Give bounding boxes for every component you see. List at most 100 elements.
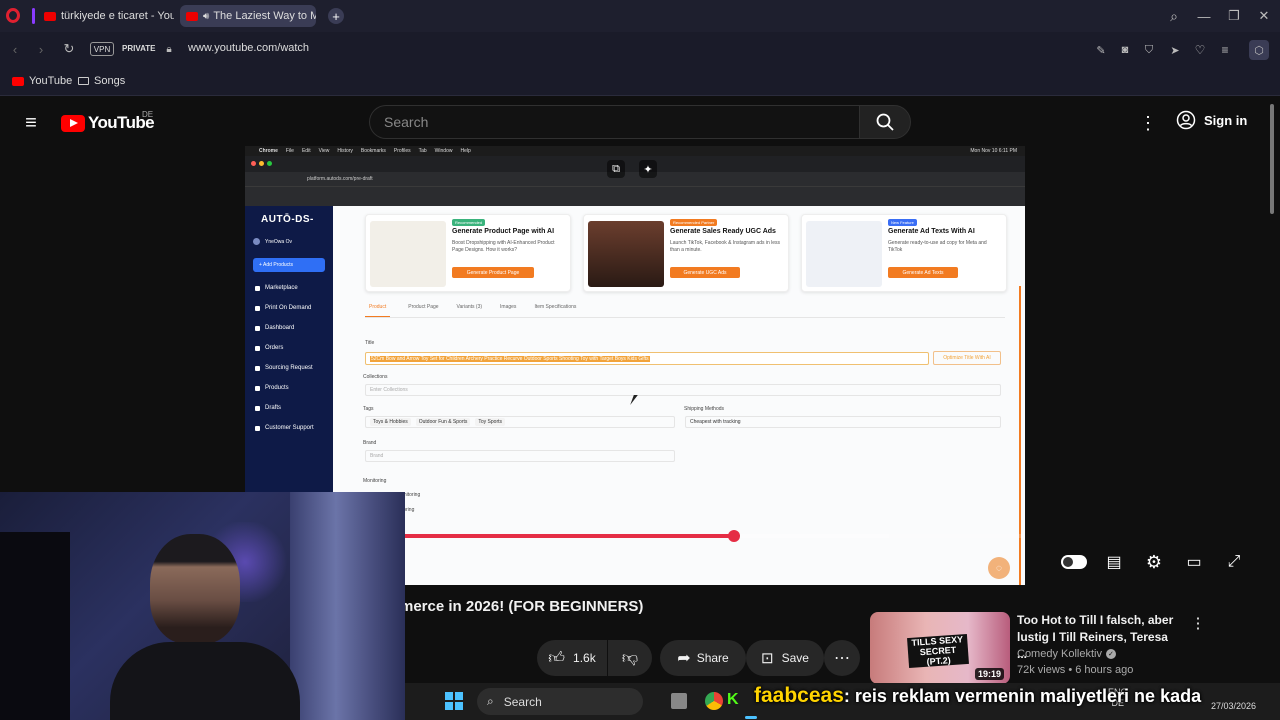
- sparkle-icon[interactable]: ✦: [639, 160, 657, 178]
- like-button[interactable]: 👍︎ 1.6k: [537, 640, 607, 676]
- nav-label: Sourcing Request: [265, 365, 313, 371]
- fullscreen-icon[interactable]: ⤢: [1222, 552, 1246, 572]
- tab-variants[interactable]: Variants (3): [457, 304, 482, 317]
- more-options-icon[interactable]: ⋮: [1139, 112, 1157, 134]
- kick-icon[interactable]: K: [727, 691, 743, 709]
- search-tabs-icon[interactable]: ⌕: [1166, 8, 1182, 24]
- recommendation-menu-icon[interactable]: ⋮: [1190, 614, 1206, 632]
- taskbar-search[interactable]: ⌕ Search: [477, 688, 643, 715]
- heart-icon[interactable]: ♡: [1193, 43, 1207, 57]
- bookmark-songs[interactable]: Songs: [78, 75, 125, 87]
- sign-in-label: Sign in: [1204, 112, 1248, 128]
- bookmark-songs-label: Songs: [94, 75, 126, 87]
- collections-label: Collections: [363, 374, 388, 380]
- settings-gear-icon[interactable]: ⚙: [1142, 552, 1166, 572]
- url-field[interactable]: www.youtube.com/watch: [188, 42, 309, 54]
- theater-mode-icon[interactable]: ▭: [1182, 552, 1206, 572]
- restore-icon[interactable]: ❐: [1226, 8, 1242, 24]
- tags-input[interactable]: Toys & Hobbies Outdoor Fun & Sports Toy …: [365, 416, 675, 428]
- page-scrollbar[interactable]: [1270, 104, 1274, 214]
- tag-chip[interactable]: Toys & Hobbies: [370, 418, 411, 426]
- nav-print-on-demand[interactable]: Print On Demand: [248, 298, 333, 318]
- nav-label: Customer Support: [265, 425, 314, 431]
- new-tab-button[interactable]: +: [328, 8, 344, 24]
- recommendation-meta: 72k views • 6 hours ago: [1017, 664, 1134, 676]
- reload-icon[interactable]: ↻: [62, 41, 76, 56]
- camera-icon[interactable]: ◙: [1118, 43, 1132, 57]
- youtube-logo[interactable]: YouTube: [61, 113, 155, 133]
- title-input[interactable]: 52Cm Bow and Arrow Toy Set for Children …: [365, 352, 929, 365]
- card-ugc-ads[interactable]: Recommended Partner Generate Sales Ready…: [583, 214, 789, 292]
- save-button[interactable]: ⊡ Save: [746, 640, 824, 676]
- vpn-badge[interactable]: VPN: [90, 42, 114, 56]
- shipping-select[interactable]: Cheapest with tracking: [685, 416, 1001, 428]
- tab-product[interactable]: Product: [365, 304, 391, 317]
- nav-customer-support[interactable]: Customer Support: [248, 418, 333, 438]
- task-view-icon[interactable]: [671, 693, 687, 709]
- windows-start-icon[interactable]: [445, 692, 463, 710]
- bookmark-youtube[interactable]: YouTube: [12, 75, 72, 87]
- tab-item-specifications[interactable]: Item Specifications: [534, 304, 576, 317]
- recommendation-channel[interactable]: Comedy Kollektiv ✓: [1017, 648, 1116, 660]
- shield-icon[interactable]: ⛉: [1142, 43, 1156, 57]
- subtitles-icon[interactable]: ▤: [1102, 552, 1126, 572]
- autods-nav: Marketplace Print On Demand Dashboard Or…: [248, 278, 333, 438]
- private-label: PRIVATE: [122, 44, 156, 53]
- video-progress-track[interactable]: [405, 530, 1025, 542]
- more-actions-button[interactable]: ⋯: [824, 640, 860, 676]
- pip-icon[interactable]: ⧉: [607, 160, 625, 178]
- generate-ugc-ads-button[interactable]: Generate UGC Ads: [670, 267, 740, 278]
- chrome-icon[interactable]: [705, 692, 723, 710]
- send-icon[interactable]: ➤: [1168, 43, 1182, 57]
- brand-input[interactable]: Brand: [365, 450, 675, 462]
- speaker-icon: 🔊︎: [203, 10, 210, 22]
- collections-input[interactable]: Enter Collections: [365, 384, 1001, 396]
- scrub-handle[interactable]: [727, 530, 740, 542]
- opera-logo-icon[interactable]: [6, 8, 20, 23]
- dislike-button[interactable]: 👎︎: [608, 640, 652, 676]
- card-ad-texts[interactable]: New Feature Generate Ad Texts With AI Ge…: [801, 214, 1007, 292]
- chat-bubble-icon[interactable]: ◌: [988, 557, 1010, 579]
- tag-chip[interactable]: Toy Sports: [475, 418, 506, 426]
- mac-menu-2: Edit: [301, 148, 311, 154]
- add-products-button[interactable]: + Add Products: [253, 258, 325, 272]
- nav-products[interactable]: Products: [248, 378, 333, 398]
- title-label: Title: [365, 340, 375, 346]
- generate-ad-texts-button[interactable]: Generate Ad Texts: [888, 267, 958, 278]
- lock-icon[interactable]: 🔒︎: [163, 43, 175, 55]
- nav-dashboard[interactable]: Dashboard: [248, 318, 333, 338]
- tab-1[interactable]: türkiyede e ticaret - YouTu: [38, 5, 174, 27]
- close-icon[interactable]: ✕: [1256, 8, 1272, 24]
- autoplay-toggle[interactable]: [1061, 555, 1087, 569]
- recommendation-thumbnail[interactable]: TILLS SEXY SECRET (PT.2) 19:19: [870, 612, 1010, 684]
- share-button[interactable]: ➦ Share: [660, 640, 746, 676]
- nav-sourcing-request[interactable]: Sourcing Request: [248, 358, 333, 378]
- menu-lines-icon[interactable]: ≡: [1218, 43, 1232, 57]
- card-product-page[interactable]: Recommended Generate Product Page with A…: [365, 214, 571, 292]
- forward-icon[interactable]: ›: [34, 42, 48, 57]
- card-title: Generate Product Page with AI: [452, 228, 555, 235]
- title-value-highlight: 52Cm Bow and Arrow Toy Set for Children …: [370, 356, 650, 362]
- tab-images[interactable]: Images: [500, 304, 516, 317]
- mac-menu-7: Tab: [418, 148, 427, 154]
- bookmark-youtube-label: YouTube: [29, 75, 73, 87]
- optimize-title-button[interactable]: Optimize Title With AI: [933, 351, 1001, 365]
- sign-in-button[interactable]: Sign in: [1176, 110, 1247, 130]
- nav-orders[interactable]: Orders: [248, 338, 333, 358]
- tab-product-page[interactable]: Product Page: [408, 304, 438, 317]
- hamburger-menu-icon[interactable]: ≡: [20, 112, 42, 134]
- search-input[interactable]: Search: [369, 105, 859, 139]
- minimize-icon[interactable]: —: [1196, 8, 1212, 24]
- tab-2-active[interactable]: 🔊︎ The Laziest Way to M: [180, 5, 316, 27]
- nav-drafts[interactable]: Drafts: [248, 398, 333, 418]
- chat-username: faabceas: [754, 684, 844, 707]
- search-button[interactable]: [859, 105, 911, 139]
- generate-product-page-button[interactable]: Generate Product Page: [452, 267, 534, 278]
- back-icon[interactable]: ‹: [8, 42, 22, 57]
- nav-marketplace[interactable]: Marketplace: [248, 278, 333, 298]
- share-icon: ➦: [677, 650, 691, 667]
- box-icon[interactable]: ⬡: [1249, 40, 1269, 60]
- tag-chip[interactable]: Outdoor Fun & Sports: [415, 418, 471, 426]
- search-placeholder: Search: [384, 114, 429, 130]
- edit-icon[interactable]: ✎: [1094, 43, 1108, 57]
